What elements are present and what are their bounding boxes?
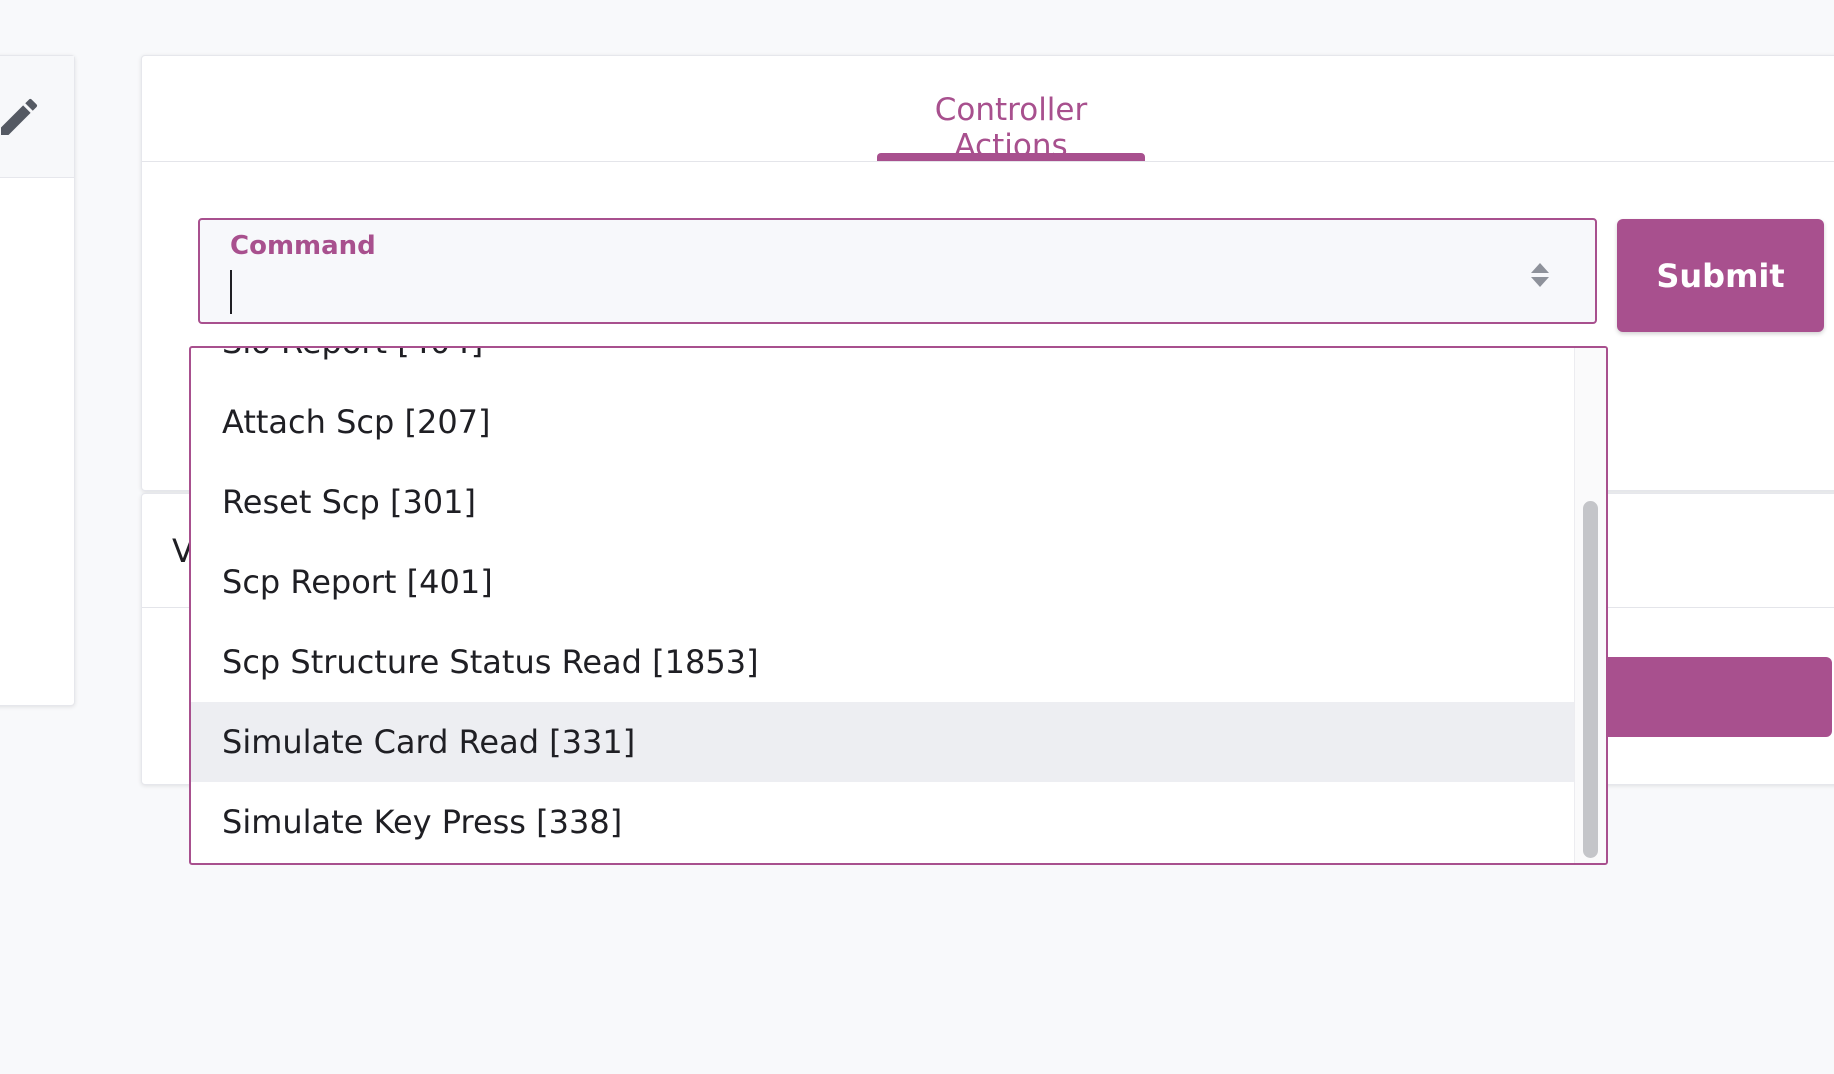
option-scp-structure-status-read[interactable]: Scp Structure Status Read [1853] [191,622,1577,702]
submit-button[interactable]: Submit [1617,219,1824,332]
second-card-button[interactable] [1582,657,1832,737]
command-dropdown[interactable]: Sio Report [404] Attach Scp [207] Reset … [189,346,1608,865]
left-card-header [0,56,74,178]
pencil-icon[interactable] [0,93,43,141]
scrollbar-thumb[interactable] [1583,501,1598,858]
command-field[interactable]: Command [198,218,1597,324]
option-attach-scp[interactable]: Attach Scp [207] [191,382,1577,462]
dropdown-scrollbar[interactable] [1574,348,1606,863]
option-simulate-key-press[interactable]: Simulate Key Press [338] [191,782,1577,862]
option-simulate-card-read[interactable]: Simulate Card Read [331] [191,702,1577,782]
option-scp-report[interactable]: Scp Report [401] [191,542,1577,622]
sort-arrows-icon[interactable] [1528,260,1552,290]
active-tab-indicator [877,153,1145,161]
command-input[interactable] [230,270,1520,312]
option-sio-report[interactable]: Sio Report [404] [191,348,1577,382]
dropdown-options: Sio Report [404] Attach Scp [207] Reset … [191,348,1577,862]
left-card [0,55,75,706]
tabs-bar: Controller Actions [142,56,1834,164]
text-caret [230,270,232,314]
command-label: Command [230,231,376,261]
option-reset-scp[interactable]: Reset Scp [301] [191,462,1577,542]
